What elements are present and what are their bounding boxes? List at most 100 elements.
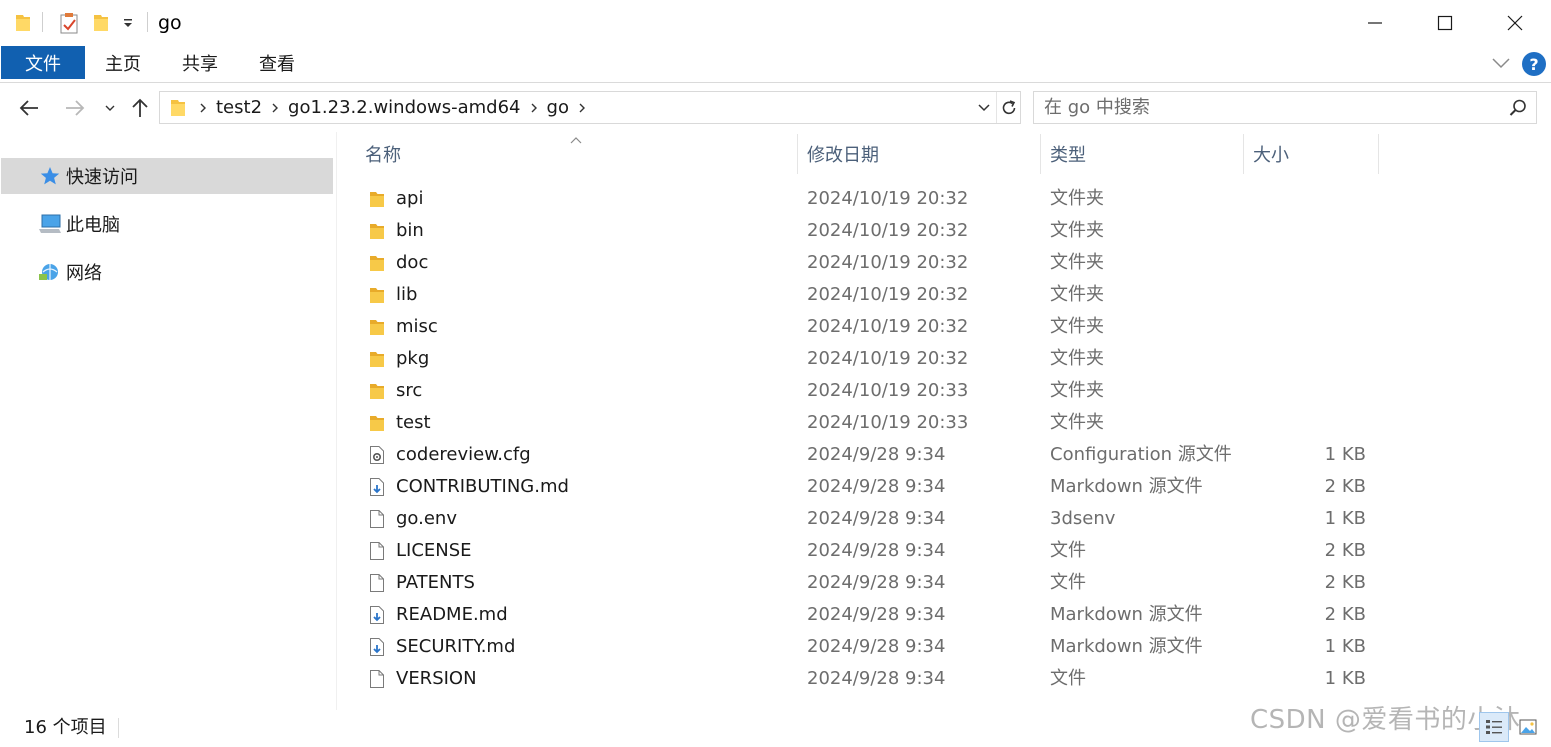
- column-header-type[interactable]: 类型: [1050, 134, 1086, 174]
- sidebar-item-this-pc[interactable]: 此电脑: [1, 206, 333, 242]
- file-row[interactable]: CONTRIBUTING.md 2024/9/28 9:34 Markdown 源文…: [360, 471, 1380, 503]
- file-type: 文件: [1050, 668, 1086, 689]
- file-date: 2024/10/19 20:32: [807, 220, 969, 241]
- up-button[interactable]: [126, 94, 154, 122]
- file-row[interactable]: api 2024/10/19 20:32 文件夹: [360, 183, 1380, 215]
- file-row[interactable]: README.md 2024/9/28 9:34 Markdown 源文件 2 KB: [360, 599, 1380, 631]
- file-row[interactable]: SECURITY.md 2024/9/28 9:34 Markdown 源文件 1 K…: [360, 631, 1380, 663]
- file-date: 2024/10/19 20:32: [807, 188, 969, 209]
- divider: [336, 132, 337, 710]
- forward-button[interactable]: [60, 94, 90, 122]
- file-name: pkg: [396, 348, 430, 369]
- properties-button[interactable]: [57, 11, 81, 35]
- help-button[interactable]: ?: [1522, 52, 1546, 76]
- file-date: 2024/9/28 9:34: [807, 572, 946, 593]
- chevron-right-icon[interactable]: [192, 92, 214, 123]
- file-type: 文件夹: [1050, 188, 1104, 209]
- arrow-left-icon: [19, 100, 38, 116]
- search-icon[interactable]: [1508, 98, 1528, 118]
- large-icons-view-icon: [1519, 719, 1537, 735]
- computer-icon: [38, 212, 62, 236]
- expand-ribbon-button[interactable]: [1489, 52, 1513, 74]
- file-row[interactable]: doc 2024/10/19 20:32 文件夹: [360, 247, 1380, 279]
- tab-home[interactable]: 主页: [105, 46, 141, 79]
- close-button[interactable]: [1480, 0, 1550, 46]
- file-type: 文件夹: [1050, 252, 1104, 273]
- column-divider[interactable]: [797, 134, 798, 174]
- file-type: 文件夹: [1050, 348, 1104, 369]
- file-size: 2 KB: [1324, 540, 1366, 561]
- chevron-down-icon: [978, 103, 990, 111]
- file-name: SECURITY.md: [396, 636, 516, 657]
- recent-locations-button[interactable]: [100, 94, 120, 122]
- file-row[interactable]: LICENSE 2024/9/28 9:34 文件 2 KB: [360, 535, 1380, 567]
- file-row[interactable]: bin 2024/10/19 20:32 文件夹: [360, 215, 1380, 247]
- file-size: 1 KB: [1324, 444, 1366, 465]
- large-icons-view-button[interactable]: [1513, 712, 1543, 742]
- chevron-right-icon[interactable]: [523, 92, 545, 123]
- column-header-size[interactable]: 大小: [1253, 134, 1289, 174]
- file-icon: [368, 541, 386, 561]
- tab-share[interactable]: 共享: [182, 46, 218, 79]
- file-row[interactable]: misc 2024/10/19 20:32 文件夹: [360, 311, 1380, 343]
- column-divider[interactable]: [1243, 134, 1244, 174]
- file-row[interactable]: go.env 2024/9/28 9:34 3dsenv 1 KB: [360, 503, 1380, 535]
- chevron-right-icon[interactable]: [571, 92, 593, 123]
- folder-icon: [368, 317, 386, 337]
- tab-file[interactable]: 文件: [1, 46, 85, 79]
- address-bar[interactable]: test2 go1.23.2.windows-amd64 go: [159, 91, 1021, 124]
- file-row[interactable]: PATENTS 2024/9/28 9:34 文件 2 KB: [360, 567, 1380, 599]
- details-view-button[interactable]: [1479, 712, 1509, 742]
- file-name: test: [396, 412, 431, 433]
- column-header-name[interactable]: 名称: [365, 134, 401, 174]
- column-divider[interactable]: [1378, 134, 1379, 174]
- close-icon: [1507, 15, 1523, 31]
- maximize-button[interactable]: [1410, 0, 1480, 46]
- column-header-date[interactable]: 修改日期: [807, 134, 879, 174]
- sidebar-item-network[interactable]: 网络: [1, 254, 333, 290]
- folder-icon: [368, 349, 386, 369]
- address-history-dropdown[interactable]: [972, 92, 996, 123]
- file-type: 文件夹: [1050, 284, 1104, 305]
- chevron-right-icon[interactable]: [264, 92, 286, 123]
- file-date: 2024/10/19 20:33: [807, 412, 969, 433]
- folder-icon: [368, 221, 386, 241]
- file-type: 文件夹: [1050, 412, 1104, 433]
- file-size: 1 KB: [1324, 636, 1366, 657]
- file-name: api: [396, 188, 424, 209]
- search-box[interactable]: [1033, 91, 1537, 124]
- sort-ascending-icon: [568, 130, 584, 144]
- file-name: LICENSE: [396, 540, 472, 561]
- folder-icon: [368, 285, 386, 305]
- file-name: misc: [396, 316, 438, 337]
- divider: [0, 82, 1551, 83]
- minimize-icon: [1368, 22, 1382, 24]
- tab-view[interactable]: 查看: [259, 46, 295, 79]
- breadcrumb-test2[interactable]: test2: [214, 97, 264, 118]
- minimize-button[interactable]: [1340, 0, 1410, 46]
- file-date: 2024/10/19 20:32: [807, 284, 969, 305]
- file-row[interactable]: lib 2024/10/19 20:32 文件夹: [360, 279, 1380, 311]
- new-folder-button[interactable]: [90, 11, 112, 35]
- file-date: 2024/9/28 9:34: [807, 668, 946, 689]
- window-title: go: [158, 12, 182, 34]
- sidebar-item-quick-access[interactable]: 快速访问: [1, 158, 333, 194]
- network-icon: [38, 260, 62, 284]
- column-divider[interactable]: [1040, 134, 1041, 174]
- file-date: 2024/10/19 20:32: [807, 348, 969, 369]
- customize-toolbar-dropdown[interactable]: [118, 11, 138, 35]
- breadcrumb-go[interactable]: go: [545, 97, 571, 118]
- breadcrumb-go1-23-2[interactable]: go1.23.2.windows-amd64: [286, 97, 522, 118]
- search-input[interactable]: [1044, 95, 1494, 120]
- markdown-file-icon: [368, 605, 386, 625]
- file-row[interactable]: src 2024/10/19 20:33 文件夹: [360, 375, 1380, 407]
- file-row[interactable]: test 2024/10/19 20:33 文件夹: [360, 407, 1380, 439]
- file-name: codereview.cfg: [396, 444, 531, 465]
- file-row[interactable]: pkg 2024/10/19 20:32 文件夹: [360, 343, 1380, 375]
- file-row[interactable]: VERSION 2024/9/28 9:34 文件 1 KB: [360, 663, 1380, 695]
- navigation-pane: 快速访问 此电脑 网络: [0, 140, 336, 710]
- refresh-button[interactable]: [996, 92, 1021, 123]
- back-button[interactable]: [14, 94, 44, 122]
- folder-icon: [164, 92, 192, 123]
- file-row[interactable]: codereview.cfg 2024/9/28 9:34 Configuratio…: [360, 439, 1380, 471]
